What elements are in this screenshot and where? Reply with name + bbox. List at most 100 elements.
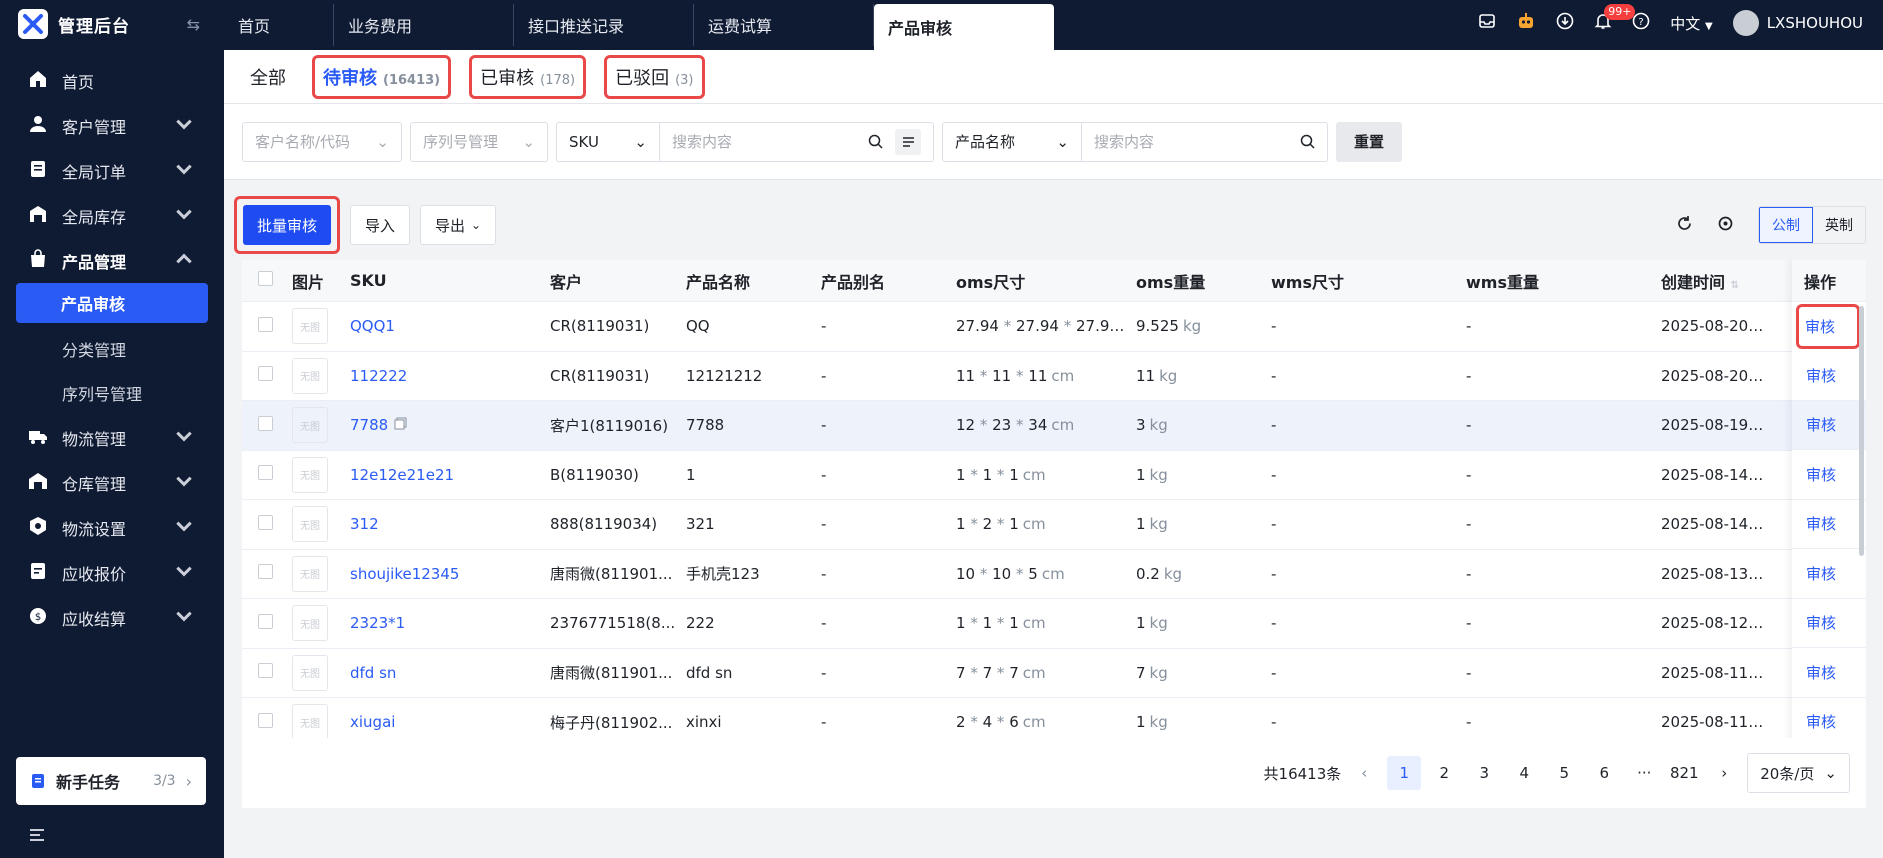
sku-link[interactable]: QQQ1: [350, 317, 395, 335]
select-all-checkbox[interactable]: [242, 271, 282, 290]
audit-link[interactable]: 审核: [1792, 549, 1866, 599]
audit-link[interactable]: 审核: [1792, 400, 1866, 450]
sku-search-input[interactable]: 搜索内容: [660, 121, 934, 162]
newbie-task-button[interactable]: 新手任务 3/3 ›: [16, 757, 206, 805]
sidebar-item-5[interactable]: 物流管理: [0, 415, 224, 460]
search-icon[interactable]: [868, 134, 883, 149]
import-button[interactable]: 导入: [350, 205, 411, 245]
sku-link[interactable]: shoujike12345: [350, 565, 459, 583]
user-menu[interactable]: LXSHOUHOU: [1732, 10, 1863, 36]
submenu-item-0[interactable]: 产品审核: [16, 283, 208, 323]
page-button-2[interactable]: 2: [1427, 756, 1461, 790]
download-icon[interactable]: [1556, 12, 1574, 34]
operation-body: 审核审核审核审核审核审核审核审核审核审核: [1792, 304, 1866, 797]
sidebar-item-1[interactable]: 客户管理: [0, 103, 224, 148]
batch-audit-button[interactable]: 批量审核: [243, 205, 332, 245]
page-button-3[interactable]: 3: [1467, 756, 1501, 790]
page-button-4[interactable]: 4: [1507, 756, 1541, 790]
page-size-select[interactable]: 20条/页 ⌄: [1747, 753, 1850, 793]
collapse-sidebar-icon[interactable]: ⇆: [187, 15, 200, 34]
multi-line-search-icon[interactable]: [895, 128, 921, 155]
export-button[interactable]: 导出 ⌄: [420, 205, 497, 245]
status-tab-1[interactable]: 待审核 (16413): [312, 54, 452, 99]
sku-field-select[interactable]: SKU ⌄: [556, 121, 660, 162]
name-search-input[interactable]: 搜索内容: [1082, 121, 1328, 162]
sku-link[interactable]: xiugai: [350, 713, 395, 731]
robot-icon[interactable]: [1516, 11, 1536, 35]
size-value: 6: [1009, 713, 1019, 732]
sidebar-truck-icon: [28, 426, 48, 450]
sku-link[interactable]: 7788: [350, 416, 388, 434]
row-checkbox[interactable]: [242, 465, 282, 484]
notification-bell[interactable]: 99+: [1594, 4, 1636, 34]
more-pages-icon[interactable]: ···: [1627, 756, 1661, 790]
sidebar-item-0[interactable]: 首页: [0, 58, 224, 103]
sidebar-item-3[interactable]: 全局库存: [0, 193, 224, 238]
page-button-1[interactable]: 1: [1387, 756, 1422, 790]
sku-link[interactable]: 112222: [350, 367, 407, 385]
row-checkbox[interactable]: [242, 316, 282, 336]
audit-link[interactable]: 审核: [1792, 351, 1866, 401]
prev-page-icon[interactable]: ‹: [1361, 764, 1367, 782]
nav-tab-2[interactable]: 接口推送记录: [514, 4, 694, 46]
wms-size-cell: -: [1271, 366, 1277, 385]
audit-link[interactable]: 审核: [1792, 450, 1866, 500]
sidebar-item-2[interactable]: 全局订单: [0, 148, 224, 193]
row-checkbox[interactable]: [242, 663, 282, 682]
page-button-821[interactable]: 821: [1667, 756, 1701, 790]
col-created[interactable]: 创建时间 ⇅: [1651, 269, 1766, 293]
row-checkbox[interactable]: [242, 366, 282, 385]
page-button-5[interactable]: 5: [1547, 756, 1581, 790]
row-checkbox[interactable]: [242, 564, 282, 583]
row-checkbox[interactable]: [242, 613, 282, 633]
column-settings-icon[interactable]: [1717, 215, 1734, 236]
nav-tab-4[interactable]: 产品审核: [874, 4, 1054, 50]
audit-link[interactable]: 审核: [1796, 304, 1860, 349]
sidebar-item-4[interactable]: 产品管理: [0, 238, 224, 283]
language-label: 中文: [1670, 14, 1701, 33]
submenu-item-2[interactable]: 序列号管理: [0, 371, 224, 415]
sidebar-item-8[interactable]: 应收报价: [0, 550, 224, 595]
sidebar-item-7[interactable]: 物流设置: [0, 505, 224, 550]
row-checkbox[interactable]: [242, 514, 282, 534]
name-cell: 手机壳123: [686, 565, 760, 584]
menu-fold-icon[interactable]: [28, 826, 46, 848]
sku-link[interactable]: 12e12e21e21: [350, 466, 454, 484]
audit-link[interactable]: 审核: [1792, 500, 1866, 549]
audit-link[interactable]: 审核: [1792, 648, 1866, 698]
reset-button[interactable]: 重置: [1336, 121, 1403, 162]
page-button-6[interactable]: 6: [1587, 756, 1621, 790]
inbox-icon[interactable]: [1478, 12, 1496, 34]
serial-select[interactable]: 序列号管理 ⌄: [410, 121, 548, 162]
sku-link[interactable]: dfd sn: [350, 664, 396, 682]
status-tab-0[interactable]: 全部: [242, 58, 294, 96]
submenu-item-1[interactable]: 分类管理: [0, 327, 224, 371]
nav-tab-3[interactable]: 运费试算: [694, 4, 874, 46]
row-checkbox[interactable]: [242, 712, 282, 732]
customer-select[interactable]: 客户名称/代码 ⌄: [242, 121, 402, 162]
unit-imperial-button[interactable]: 英制: [1813, 207, 1865, 243]
nav-tab-1[interactable]: 业务费用: [334, 4, 514, 46]
sku-link[interactable]: 312: [350, 515, 379, 533]
status-tab-3[interactable]: 已驳回 (3): [604, 54, 705, 99]
unit-metric-button[interactable]: 公制: [1759, 207, 1813, 243]
language-select[interactable]: 中文 ▼: [1670, 13, 1713, 34]
size-value: 2: [956, 713, 966, 732]
refresh-icon[interactable]: [1676, 215, 1693, 236]
row-checkbox[interactable]: [242, 415, 282, 435]
oms-size-cell: 1 * 1 * 1cm: [946, 466, 1126, 484]
nav-tab-0[interactable]: 首页: [224, 4, 334, 46]
copy-icon[interactable]: [394, 416, 407, 434]
help-icon[interactable]: ?: [1632, 12, 1650, 34]
size-value: 1: [956, 515, 966, 534]
status-tab-2[interactable]: 已审核 (178): [469, 54, 587, 99]
sku-link[interactable]: 2323*1: [350, 614, 405, 632]
next-page-icon[interactable]: ›: [1721, 764, 1727, 782]
sidebar-item-9[interactable]: $ 应收结算: [0, 595, 224, 640]
search-icon[interactable]: [1300, 134, 1315, 149]
name-field-select[interactable]: 产品名称 ⌄: [942, 121, 1082, 162]
vertical-scrollbar[interactable]: [1859, 306, 1864, 556]
sidebar-item-6[interactable]: 仓库管理: [0, 460, 224, 505]
audit-link[interactable]: 审核: [1792, 599, 1866, 648]
sidebar-logistics-settings-icon: [28, 516, 48, 540]
